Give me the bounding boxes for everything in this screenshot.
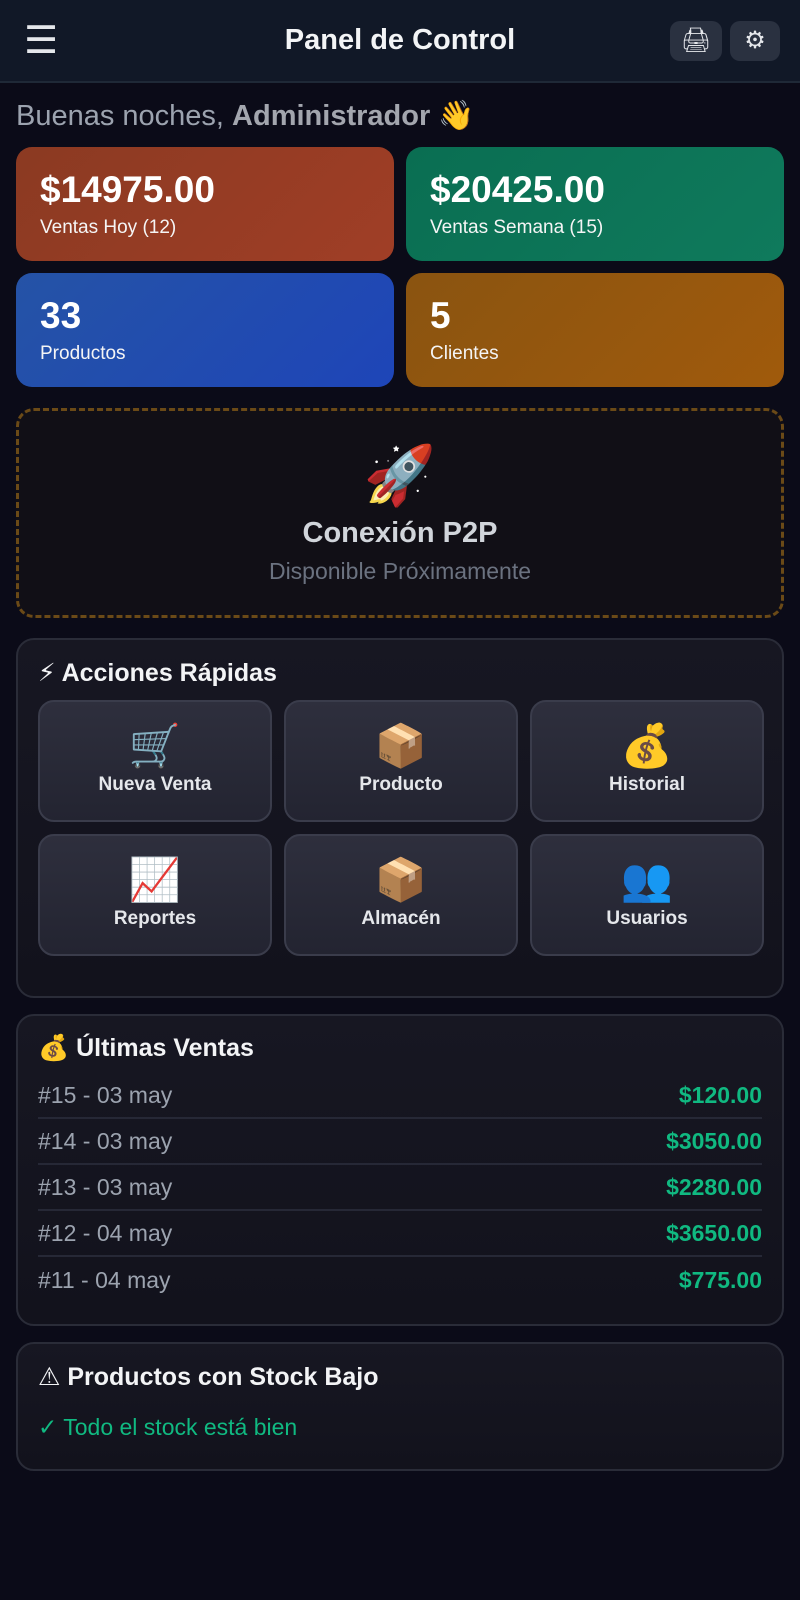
stat-value: $20425.00 [430, 169, 605, 210]
print-button[interactable]: 🖨 [670, 20, 722, 61]
stock-status-message: ✓ Todo el stock está bien [38, 1414, 298, 1440]
package-icon: 📦 [374, 856, 428, 903]
sale-id: #14 - 03 may [38, 1127, 173, 1154]
stat-value: 33 [40, 295, 82, 336]
header-actions: 🖨 ⚙ [670, 20, 780, 61]
list-item[interactable]: #12 - 04 may $3650.00 [38, 1211, 762, 1257]
sale-amount: $3050.00 [666, 1127, 762, 1154]
sale-amount: $3650.00 [666, 1219, 762, 1246]
stat-card-sales-today[interactable]: $14975.00 Ventas Hoy (12) [16, 147, 394, 261]
recent-sales-title: 💰 Últimas Ventas [38, 1034, 254, 1062]
stat-value: $14975.00 [40, 169, 215, 210]
users-icon: 👥 [620, 856, 674, 903]
greeting-prefix: Buenas noches, [16, 100, 224, 132]
gear-icon: ⚙ [744, 27, 766, 54]
action-label: Usuarios [606, 908, 688, 929]
low-stock-panel: ⚠ Productos con Stock Bajo ✓ Todo el sto… [16, 1342, 784, 1471]
recent-sales-panel: 💰 Últimas Ventas #15 - 03 may $120.00 #1… [16, 1014, 784, 1326]
product-button[interactable]: 📦 Producto [284, 700, 518, 822]
users-button[interactable]: 👥 Usuarios [530, 834, 764, 956]
list-item[interactable]: #15 - 03 may $120.00 [38, 1073, 762, 1119]
sale-amount: $775.00 [678, 1266, 762, 1293]
action-label: Nueva Venta [98, 774, 212, 795]
settings-button[interactable]: ⚙ [730, 20, 780, 61]
low-stock-title: ⚠ Productos con Stock Bajo [38, 1363, 379, 1391]
action-label: Historial [608, 774, 686, 795]
sale-amount: $2280.00 [666, 1173, 762, 1200]
reports-button[interactable]: 📈 Reportes [38, 834, 272, 956]
p2p-title: Conexión P2P [302, 517, 498, 549]
rocket-icon: 🚀 [363, 443, 437, 508]
p2p-subtitle: Disponible Próximamente [268, 558, 532, 584]
shopping-cart-icon: 🛒 [128, 722, 182, 769]
stat-label: Productos [40, 343, 126, 364]
stat-card-products[interactable]: 33 Productos [16, 273, 394, 387]
history-button[interactable]: 💰 Historial [530, 700, 764, 822]
stats-grid: $14975.00 Ventas Hoy (12) $20425.00 Vent… [0, 147, 800, 387]
stat-label: Ventas Semana (15) [430, 217, 604, 238]
sale-id: #13 - 03 may [38, 1173, 173, 1200]
recent-sales-list: #15 - 03 may $120.00 #14 - 03 may $3050.… [38, 1073, 762, 1303]
hamburger-menu-icon[interactable]: ☰ [24, 21, 64, 61]
money-bag-icon: 💰 [620, 722, 674, 769]
stat-label: Clientes [430, 343, 499, 364]
greeting: Buenas noches, Administrador 👋 [0, 83, 800, 147]
stat-card-clients[interactable]: 5 Clientes [406, 273, 784, 387]
sale-id: #12 - 04 may [38, 1219, 173, 1246]
sale-id: #15 - 03 may [38, 1081, 173, 1108]
chart-increasing-icon: 📈 [128, 856, 182, 903]
app-header: ☰ Panel de Control 🖨 ⚙ [0, 0, 800, 83]
action-label: Almacén [361, 908, 441, 929]
quick-actions-grid: 🛒 Nueva Venta 📦 Producto 💰 Historial 📈 R… [38, 700, 764, 956]
p2p-connection-card: 🚀 Conexión P2P Disponible Próximamente [16, 408, 784, 618]
stat-label: Ventas Hoy (12) [40, 217, 177, 238]
waving-hand-icon: 👋 [438, 100, 475, 132]
list-item[interactable]: #13 - 03 may $2280.00 [38, 1165, 762, 1211]
action-label: Reportes [113, 908, 197, 929]
action-label: Producto [359, 774, 443, 795]
list-item[interactable]: #11 - 04 may $775.00 [38, 1257, 762, 1303]
warehouse-button[interactable]: 📦 Almacén [284, 834, 518, 956]
quick-actions-panel: ⚡ Acciones Rápidas 🛒 Nueva Venta 📦 Produ… [16, 638, 784, 998]
quick-actions-title: ⚡ Acciones Rápidas [38, 659, 277, 687]
sale-amount: $120.00 [678, 1081, 762, 1108]
stat-card-sales-week[interactable]: $20425.00 Ventas Semana (15) [406, 147, 784, 261]
sale-id: #11 - 04 may [38, 1266, 171, 1293]
new-sale-button[interactable]: 🛒 Nueva Venta [38, 700, 272, 822]
greeting-name: Administrador [232, 100, 431, 132]
package-icon: 📦 [374, 722, 428, 769]
printer-icon: 🖨 [680, 27, 712, 54]
list-item[interactable]: #14 - 03 may $3050.00 [38, 1119, 762, 1165]
stat-value: 5 [430, 295, 451, 336]
